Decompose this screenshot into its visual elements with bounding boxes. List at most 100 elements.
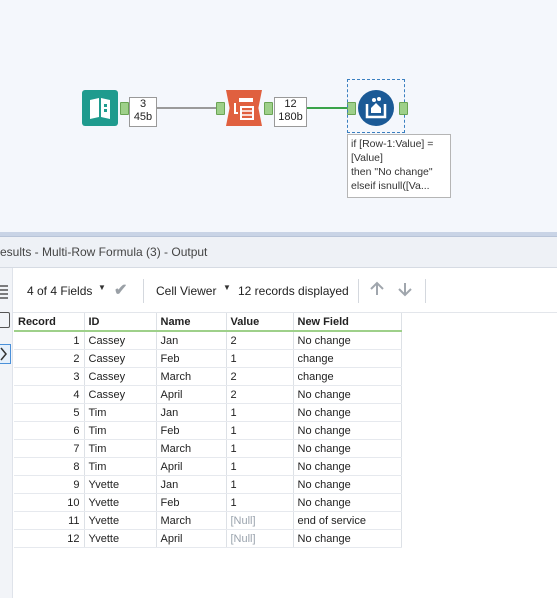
table-row[interactable]: 3 Cassey March 2 change: [14, 367, 402, 386]
table-row[interactable]: 10 Yvette Feb 1 No change: [14, 493, 402, 512]
cell-record[interactable]: 8: [14, 457, 85, 476]
results-grid[interactable]: Record ID Name Value New Field 1 Cassey Jan 2 No…: [14, 313, 402, 548]
cell-value[interactable]: 2: [226, 331, 294, 350]
cell-new-field[interactable]: No change: [293, 403, 402, 422]
column-header-new-field[interactable]: New Field: [293, 313, 402, 332]
cell-value[interactable]: [Null]: [226, 511, 294, 530]
cell-new-field[interactable]: No change: [293, 331, 402, 350]
arrow-up-icon[interactable]: [368, 280, 386, 301]
cell-name[interactable]: Feb: [156, 349, 227, 368]
cell-new-field[interactable]: change: [293, 367, 402, 386]
cell-value[interactable]: 1: [226, 349, 294, 368]
cell-id[interactable]: Tim: [84, 457, 157, 476]
table-row[interactable]: 1 Cassey Jan 2 No change: [14, 331, 402, 350]
cell-id[interactable]: Yvette: [84, 529, 157, 548]
cell-value[interactable]: 1: [226, 457, 294, 476]
metadata-view-icon[interactable]: [0, 344, 11, 364]
cell-name[interactable]: March: [156, 439, 227, 458]
cell-name[interactable]: Feb: [156, 421, 227, 440]
transpose-tool[interactable]: [226, 90, 262, 126]
multirow-output-anchor[interactable]: [399, 102, 408, 115]
workflow-canvas[interactable]: 3 45b 12 180b if [Row-1:Value] = [Value]…: [0, 0, 557, 232]
table-row[interactable]: 8 Tim April 1 No change: [14, 457, 402, 476]
cell-record[interactable]: 12: [14, 529, 85, 548]
cell-id[interactable]: Yvette: [84, 475, 157, 494]
table-row[interactable]: 12 Yvette April [Null] No change: [14, 529, 402, 548]
cell-new-field[interactable]: No change: [293, 475, 402, 494]
column-header-value[interactable]: Value: [226, 313, 294, 332]
cell-id[interactable]: Yvette: [84, 493, 157, 512]
cell-record[interactable]: 10: [14, 493, 85, 512]
viewer-dropdown-icon[interactable]: ▼: [223, 283, 231, 292]
cell-new-field[interactable]: No change: [293, 385, 402, 404]
table-row[interactable]: 9 Yvette Jan 1 No change: [14, 475, 402, 494]
table-row[interactable]: 11 Yvette March [Null] end of service: [14, 511, 402, 530]
fields-selector[interactable]: 4 of 4 Fields: [27, 284, 92, 298]
cell-viewer-selector[interactable]: Cell Viewer: [156, 284, 216, 298]
table-row[interactable]: 7 Tim March 1 No change: [14, 439, 402, 458]
cell-record[interactable]: 7: [14, 439, 85, 458]
cell-id[interactable]: Tim: [84, 439, 157, 458]
cell-id[interactable]: Cassey: [84, 331, 157, 350]
cell-id[interactable]: Tim: [84, 403, 157, 422]
cell-value[interactable]: 1: [226, 493, 294, 512]
cell-value[interactable]: 2: [226, 367, 294, 386]
cell-id[interactable]: Cassey: [84, 367, 157, 386]
cell-record[interactable]: 2: [14, 349, 85, 368]
cell-value[interactable]: 1: [226, 403, 294, 422]
column-header-record[interactable]: Record: [14, 313, 85, 332]
cell-name[interactable]: Jan: [156, 403, 227, 422]
transpose-output-anchor[interactable]: [264, 102, 273, 115]
cell-record[interactable]: 1: [14, 331, 85, 350]
cell-new-field[interactable]: No change: [293, 493, 402, 512]
cell-new-field[interactable]: change: [293, 349, 402, 368]
cell-name[interactable]: April: [156, 457, 227, 476]
toolbar-separator: [358, 279, 359, 303]
connection-2-line[interactable]: [307, 107, 347, 109]
checkmark-icon[interactable]: ✔: [114, 280, 127, 300]
column-header-name[interactable]: Name: [156, 313, 227, 332]
cell-name[interactable]: April: [156, 529, 227, 548]
cell-value[interactable]: 2: [226, 385, 294, 404]
cell-record[interactable]: 3: [14, 367, 85, 386]
cell-name[interactable]: Feb: [156, 493, 227, 512]
cell-name[interactable]: March: [156, 511, 227, 530]
cell-value[interactable]: [Null]: [226, 529, 294, 548]
column-header-id[interactable]: ID: [84, 313, 157, 332]
cell-name[interactable]: March: [156, 367, 227, 386]
cell-record[interactable]: 6: [14, 421, 85, 440]
cell-id[interactable]: Cassey: [84, 385, 157, 404]
record-view-icon[interactable]: [0, 312, 10, 328]
cell-new-field[interactable]: No change: [293, 439, 402, 458]
table-row[interactable]: 5 Tim Jan 1 No change: [14, 403, 402, 422]
connection-1-line[interactable]: [157, 107, 217, 109]
cell-record[interactable]: 5: [14, 403, 85, 422]
fields-dropdown-icon[interactable]: ▼: [98, 283, 106, 292]
cell-new-field[interactable]: end of service: [293, 511, 402, 530]
cell-record[interactable]: 11: [14, 511, 85, 530]
cell-id[interactable]: Cassey: [84, 349, 157, 368]
cell-new-field[interactable]: No change: [293, 421, 402, 440]
multi-row-formula-tool[interactable]: [358, 90, 394, 126]
cell-id[interactable]: Tim: [84, 421, 157, 440]
cell-record[interactable]: 9: [14, 475, 85, 494]
input-data-tool[interactable]: [82, 90, 118, 126]
cell-record[interactable]: 4: [14, 385, 85, 404]
cell-value[interactable]: 1: [226, 439, 294, 458]
arrow-down-icon[interactable]: [396, 280, 414, 301]
cell-new-field[interactable]: No change: [293, 457, 402, 476]
cell-new-field[interactable]: No change: [293, 529, 402, 548]
connection-1-badge: 3 45b: [129, 97, 157, 127]
cell-value[interactable]: 1: [226, 421, 294, 440]
table-row[interactable]: 4 Cassey April 2 No change: [14, 385, 402, 404]
input-output-anchor[interactable]: [120, 102, 129, 115]
cell-name[interactable]: April: [156, 385, 227, 404]
list-view-icon[interactable]: [0, 284, 10, 302]
table-row[interactable]: 2 Cassey Feb 1 change: [14, 349, 402, 368]
cell-name[interactable]: Jan: [156, 475, 227, 494]
transpose-input-anchor[interactable]: [216, 102, 225, 115]
table-row[interactable]: 6 Tim Feb 1 No change: [14, 421, 402, 440]
cell-value[interactable]: 1: [226, 475, 294, 494]
cell-id[interactable]: Yvette: [84, 511, 157, 530]
cell-name[interactable]: Jan: [156, 331, 227, 350]
